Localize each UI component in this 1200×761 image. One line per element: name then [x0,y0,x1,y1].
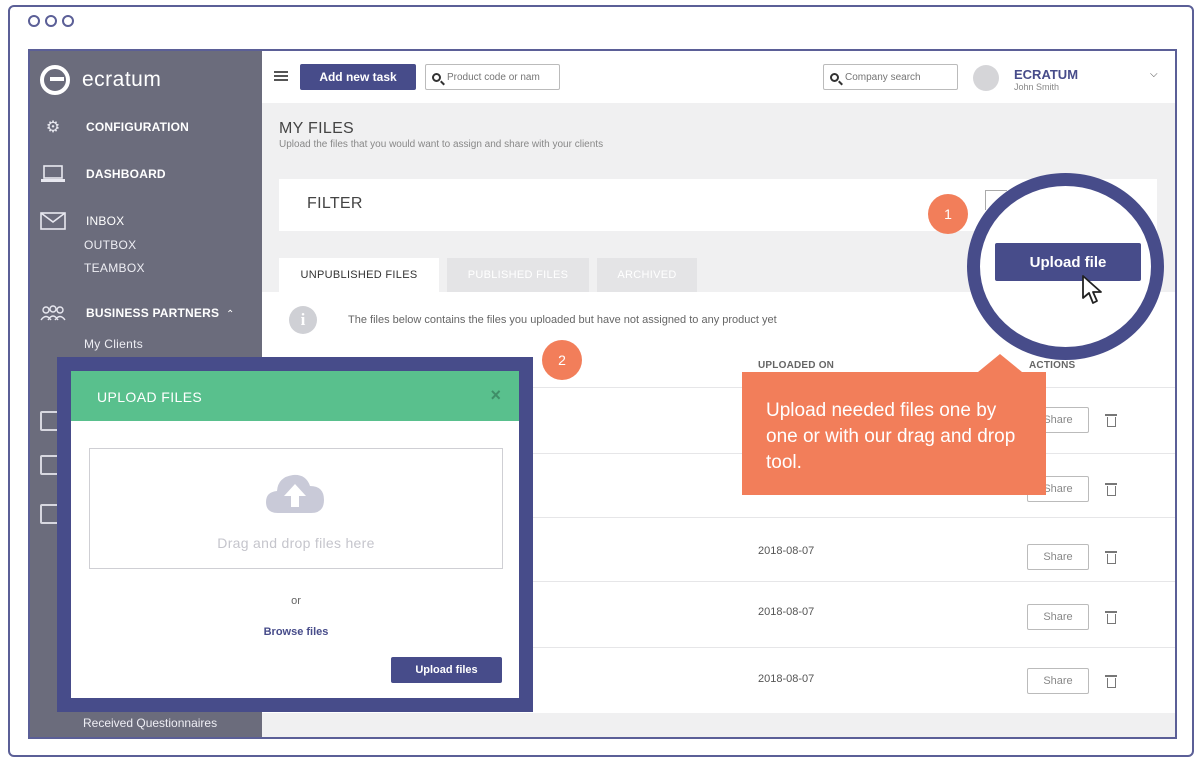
sidebar-item-label: BUSINESS PARTNERS [86,306,220,320]
menu-icon[interactable] [274,71,288,81]
page-title: MY FILES [279,120,355,137]
gears-icon: ⚙ [45,119,61,136]
close-icon[interactable]: × [490,385,501,406]
add-new-task-button[interactable]: Add new task [300,64,416,90]
sidebar-item-my-clients[interactable]: My Clients [84,337,143,351]
company-search[interactable] [823,64,958,90]
avatar[interactable] [973,65,999,91]
tab-unpublished-files[interactable]: UNPUBLISHED FILES [279,258,439,292]
product-search[interactable] [425,64,560,90]
upload-file-button[interactable]: Upload file [995,243,1141,281]
product-search-input[interactable] [447,71,559,83]
sidebar-item-outbox[interactable]: OUTBOX [84,238,136,252]
filter-title: FILTER [307,195,363,212]
trash-icon[interactable] [1105,611,1117,624]
laptop-icon [40,164,66,184]
window-dot-icon[interactable] [45,15,57,27]
share-button[interactable]: Share [1027,668,1089,694]
window-dot-icon[interactable] [62,15,74,27]
browse-files-link[interactable]: Browse files [71,626,521,638]
window-controls [28,15,74,27]
people-icon [40,303,66,323]
sidebar-item-received-questionnaires[interactable]: Received Questionnaires [83,716,217,730]
chevron-down-icon[interactable]: ⌵ [1150,69,1158,80]
column-uploaded-on[interactable]: UPLOADED ON [758,360,834,371]
step-2-badge: 2 [542,340,582,380]
user-name: John Smith [1014,82,1060,92]
tab-published-files[interactable]: PUBLISHED FILES [447,258,589,292]
modal-header: UPLOAD FILES × [71,371,519,421]
or-separator: or [291,595,301,607]
tab-archived[interactable]: ARCHIVED [597,258,697,292]
user-company[interactable]: ECRATUM [1014,67,1078,82]
uploaded-date: 2018-08-07 [758,606,815,618]
envelope-icon [40,211,66,231]
sidebar-item-label: INBOX [86,214,125,228]
cloud-upload-icon [266,474,324,513]
tooltip-callout: Upload needed files one by one or with o… [742,354,1046,495]
modal-title: UPLOAD FILES [97,389,203,405]
chevron-up-icon[interactable]: ⌃ [226,309,234,320]
trash-icon[interactable] [1105,551,1117,564]
sidebar-item-inbox[interactable]: INBOX [40,211,124,231]
page-subtitle: Upload the files that you would want to … [279,139,604,150]
uploaded-date: 2018-08-07 [758,545,815,557]
dropzone[interactable]: Drag and drop files here [89,448,503,569]
share-button[interactable]: Share [1027,544,1089,570]
share-button[interactable]: Share [1027,604,1089,630]
window-dot-icon[interactable] [28,15,40,27]
sidebar-item-business-partners[interactable]: BUSINESS PARTNERS [40,303,219,323]
column-actions: ACTIONS [1029,360,1076,371]
ecratum-logo-icon [40,65,70,95]
logo[interactable]: ecratum [40,65,161,95]
logo-text: ecratum [82,68,162,91]
info-icon: i [289,306,317,334]
upload-files-modal: UPLOAD FILES × Drag and drop files here … [57,357,533,712]
company-search-input[interactable] [845,71,957,83]
upload-files-button[interactable]: Upload files [391,657,502,683]
trash-icon[interactable] [1105,483,1117,496]
step-1-badge: 1 [928,194,968,234]
trash-icon[interactable] [1105,414,1117,427]
filter-box-outline [985,190,1007,210]
uploaded-date: 2018-08-07 [758,673,815,685]
search-icon [830,72,839,82]
sidebar-item-teambox[interactable]: TEAMBOX [84,261,145,275]
tooltip-text: Upload needed files one by one or with o… [766,400,1016,473]
search-icon [432,72,441,82]
sidebar-item-label: CONFIGURATION [86,120,190,134]
trash-icon[interactable] [1105,675,1117,688]
sidebar-item-label: DASHBOARD [86,167,166,181]
info-text: The files below contains the files you u… [348,314,777,326]
sidebar-item-configuration[interactable]: ⚙ CONFIGURATION [40,117,189,137]
sidebar-item-dashboard[interactable]: DASHBOARD [40,164,166,184]
cursor-icon [1082,275,1102,304]
dropzone-text: Drag and drop files here [217,535,375,551]
top-bar: Add new task ECRATUM John Smith ⌵ [262,51,1175,103]
file-tabs: UNPUBLISHED FILES PUBLISHED FILES ARCHIV… [279,258,697,292]
